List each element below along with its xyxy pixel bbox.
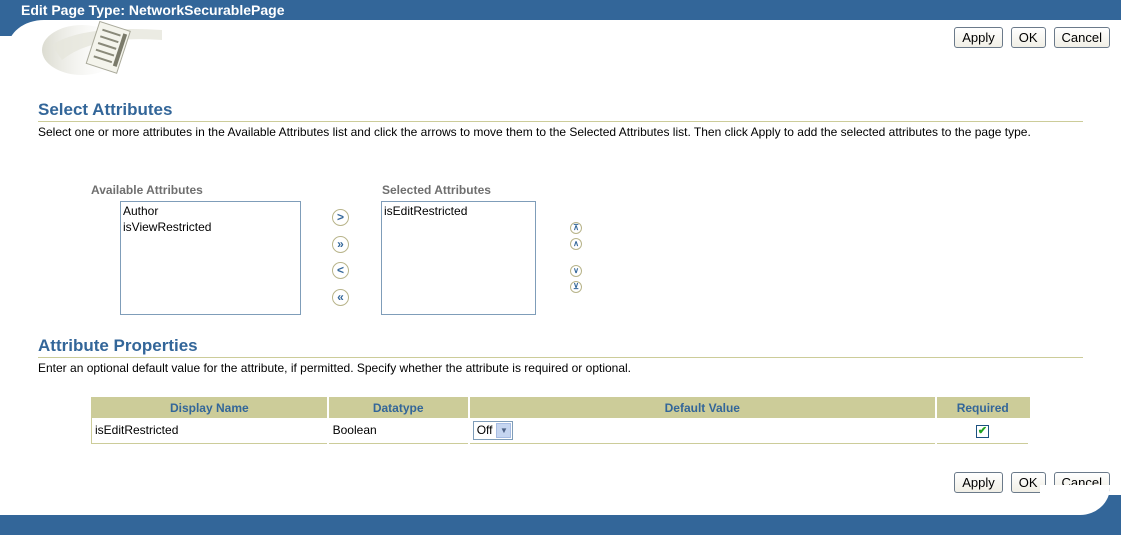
attribute-properties-heading: Attribute Properties [38,336,1083,358]
attribute-properties-table: Display Name Datatype Default Value Requ… [91,397,1031,444]
column-header-display-name: Display Name [91,397,329,418]
chevron-down-icon: ▼ [496,422,512,438]
default-value-select[interactable]: Off ▼ [472,420,514,440]
column-header-required: Required [935,397,1029,418]
apply-button[interactable]: Apply [954,27,1003,48]
apply-button[interactable]: Apply [954,472,1003,493]
remove-all-button[interactable]: « [332,289,349,306]
ok-button[interactable]: OK [1010,27,1046,48]
checklist-logo-icon [42,20,162,75]
display-name-cell: isEditRestricted [91,417,329,444]
select-attributes-description: Select one or more attributes in the Ava… [38,125,1031,139]
move-to-top-button[interactable]: ⊼ [570,222,582,234]
double-chevron-left-icon: « [337,290,344,304]
move-button[interactable]: > [332,209,349,226]
remove-button[interactable]: < [332,262,349,279]
move-all-button[interactable]: » [332,236,349,253]
move-to-bottom-icon: ⊻ [573,282,579,291]
available-attributes-label: Available Attributes [91,183,203,197]
move-up-button[interactable]: ∧ [570,238,582,250]
move-down-button[interactable]: ∨ [570,265,582,277]
available-attributes-list[interactable]: Author isViewRestricted [120,201,301,315]
chevron-left-icon: < [336,263,344,277]
footer-bar [0,515,1121,535]
table-row: isEditRestricted Boolean Off ▼ ✔ [91,417,1031,444]
chevron-right-icon: > [336,210,344,224]
selected-attributes-list[interactable]: isEditRestricted [381,201,536,315]
required-cell: ✔ [935,417,1031,444]
move-to-top-icon: ⊼ [573,223,579,232]
page-title: Edit Page Type: NetworkSecurablePage [21,2,285,18]
datatype-cell: Boolean [327,417,470,444]
list-item[interactable]: isViewRestricted [123,219,298,235]
list-item[interactable]: isEditRestricted [384,203,533,219]
move-down-icon: ∨ [573,266,579,275]
move-up-icon: ∧ [573,239,579,248]
double-chevron-right-icon: » [337,237,344,251]
selected-attributes-label: Selected Attributes [382,183,491,197]
attribute-properties-description: Enter an optional default value for the … [38,361,632,375]
column-header-default-value: Default Value [468,397,937,418]
default-value-selected: Off [476,423,493,438]
required-checkbox[interactable]: ✔ [975,424,989,438]
header-bar: Edit Page Type: NetworkSecurablePage [0,0,1121,20]
top-action-buttons: Apply OK Cancel [954,27,1110,48]
select-attributes-heading: Select Attributes [38,100,1083,122]
move-to-bottom-button[interactable]: ⊻ [570,281,582,293]
cancel-button[interactable]: Cancel [1053,27,1110,48]
table-header-row: Display Name Datatype Default Value Requ… [91,397,1029,418]
column-header-datatype: Datatype [327,397,470,418]
list-item[interactable]: Author [123,203,298,219]
default-value-cell: Off ▼ [468,417,937,444]
